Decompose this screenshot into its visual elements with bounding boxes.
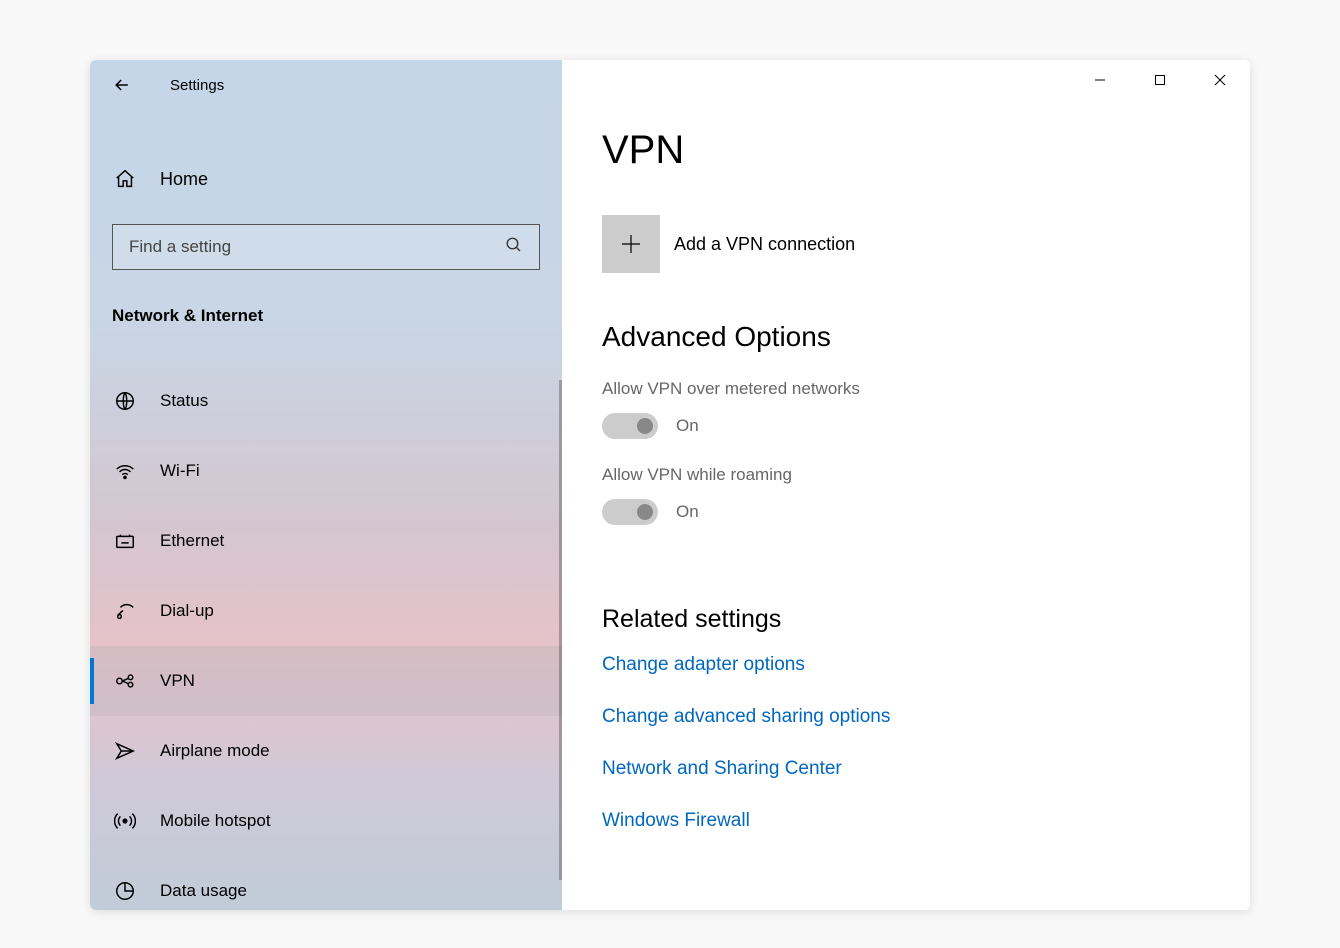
sidebar-home[interactable]: Home	[112, 158, 540, 200]
main-panel: VPN Add a VPN connection Advanced Option…	[562, 60, 1250, 910]
airplane-icon	[114, 740, 136, 762]
home-label: Home	[160, 169, 208, 190]
search-box[interactable]	[112, 224, 540, 270]
wifi-icon	[114, 460, 136, 482]
toggle-knob	[637, 418, 653, 434]
search-input[interactable]	[129, 237, 505, 257]
maximize-icon	[1154, 74, 1166, 86]
toggle-roaming[interactable]	[602, 499, 658, 525]
nav-items: Status Wi-Fi Ethernet	[90, 366, 562, 910]
arrow-left-icon	[112, 75, 132, 95]
ethernet-icon	[114, 530, 136, 552]
sidebar: Settings Home Net	[90, 60, 562, 910]
close-icon	[1214, 74, 1226, 86]
related-settings-title: Related settings	[602, 605, 1210, 634]
sidebar-item-label: Data usage	[160, 881, 247, 901]
sidebar-item-vpn[interactable]: VPN	[90, 646, 562, 716]
setting-label: Allow VPN while roaming	[602, 465, 1210, 485]
home-icon	[114, 168, 136, 190]
window-controls	[1070, 60, 1250, 100]
add-vpn-button[interactable]: Add a VPN connection	[602, 215, 1210, 273]
add-tile	[602, 215, 660, 273]
sidebar-item-label: Dial-up	[160, 601, 214, 621]
vpn-icon	[114, 670, 136, 692]
sidebar-item-label: Wi-Fi	[160, 461, 200, 481]
sidebar-item-label: Status	[160, 391, 208, 411]
sidebar-item-label: Airplane mode	[160, 741, 270, 761]
sidebar-header: Settings	[90, 60, 562, 110]
add-label: Add a VPN connection	[674, 234, 855, 255]
setting-metered: Allow VPN over metered networks On	[602, 379, 1210, 439]
close-button[interactable]	[1190, 60, 1250, 100]
sidebar-item-airplane[interactable]: Airplane mode	[90, 716, 562, 786]
search-icon	[505, 236, 523, 259]
toggle-state: On	[676, 502, 699, 522]
page-title: VPN	[602, 128, 1210, 173]
settings-window: Settings Home Net	[90, 60, 1250, 910]
sidebar-item-dialup[interactable]: Dial-up	[90, 576, 562, 646]
sidebar-item-status[interactable]: Status	[90, 366, 562, 436]
sidebar-item-wifi[interactable]: Wi-Fi	[90, 436, 562, 506]
link-network-center[interactable]: Network and Sharing Center	[602, 758, 1210, 780]
link-adapter-options[interactable]: Change adapter options	[602, 654, 1210, 676]
plus-icon	[619, 232, 643, 256]
minimize-button[interactable]	[1070, 60, 1130, 100]
toggle-row: On	[602, 499, 1210, 525]
sidebar-item-label: Mobile hotspot	[160, 811, 271, 831]
sidebar-content: Home Network & Internet Status	[90, 110, 562, 910]
sidebar-item-label: VPN	[160, 671, 195, 691]
advanced-options-title: Advanced Options	[602, 321, 1210, 353]
link-sharing-options[interactable]: Change advanced sharing options	[602, 706, 1210, 728]
sidebar-item-label: Ethernet	[160, 531, 224, 551]
toggle-state: On	[676, 416, 699, 436]
related-links: Change adapter options Change advanced s…	[602, 654, 1210, 832]
datausage-icon	[114, 880, 136, 902]
toggle-row: On	[602, 413, 1210, 439]
dialup-icon	[114, 600, 136, 622]
hotspot-icon	[114, 810, 136, 832]
back-button[interactable]	[102, 65, 142, 105]
minimize-icon	[1094, 74, 1106, 86]
sidebar-item-datausage[interactable]: Data usage	[90, 856, 562, 910]
sidebar-item-ethernet[interactable]: Ethernet	[90, 506, 562, 576]
link-windows-firewall[interactable]: Windows Firewall	[602, 810, 1210, 832]
toggle-knob	[637, 504, 653, 520]
setting-roaming: Allow VPN while roaming On	[602, 465, 1210, 525]
setting-label: Allow VPN over metered networks	[602, 379, 1210, 399]
status-icon	[114, 390, 136, 412]
sidebar-item-hotspot[interactable]: Mobile hotspot	[90, 786, 562, 856]
toggle-metered[interactable]	[602, 413, 658, 439]
app-title: Settings	[170, 77, 224, 94]
category-label: Network & Internet	[112, 306, 540, 326]
main-content: VPN Add a VPN connection Advanced Option…	[562, 60, 1250, 832]
maximize-button[interactable]	[1130, 60, 1190, 100]
